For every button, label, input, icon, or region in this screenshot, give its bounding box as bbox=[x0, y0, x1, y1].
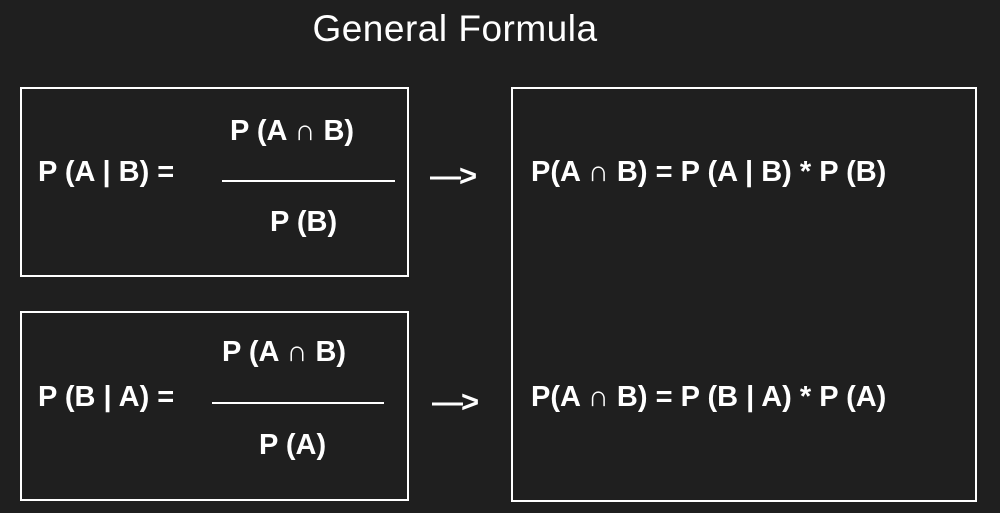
formula-numerator-b-given-a: P (A ∩ B) bbox=[222, 336, 347, 368]
formula-numerator-a-given-b: P (A ∩ B) bbox=[230, 115, 355, 147]
multiplication-rule-a-given-b: P(A ∩ B) = P (A | B) * P (B) bbox=[531, 156, 887, 188]
multiplication-rule-b-given-a: P(A ∩ B) = P (B | A) * P (A) bbox=[531, 381, 887, 413]
formula-denominator-b-given-a: P (A) bbox=[259, 429, 327, 461]
arrow-icon: —> bbox=[430, 158, 477, 193]
formula-lhs-b-given-a: P (B | A) = bbox=[38, 381, 175, 413]
fraction-line-a-given-b bbox=[222, 180, 395, 182]
page-title: General Formula bbox=[312, 8, 598, 49]
formula-denominator-a-given-b: P (B) bbox=[270, 206, 338, 238]
multiplication-rule-box bbox=[511, 87, 977, 502]
fraction-line-b-given-a bbox=[212, 402, 384, 404]
formula-lhs-a-given-b: P (A | B) = bbox=[38, 156, 175, 188]
arrow-icon: —> bbox=[432, 384, 479, 419]
